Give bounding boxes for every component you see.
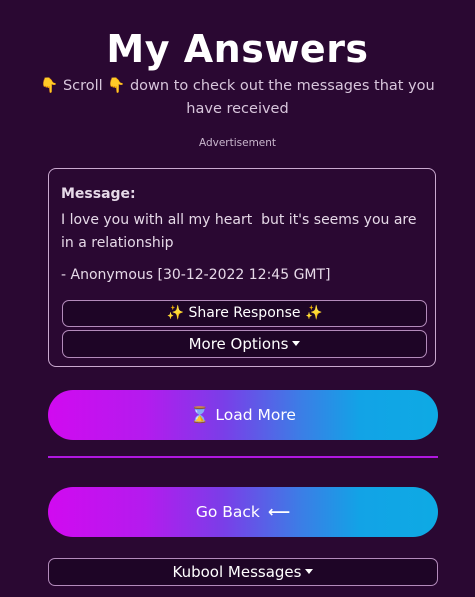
- caret-down-icon: [305, 569, 314, 574]
- more-options-label: More Options: [188, 335, 289, 353]
- kubool-messages-button[interactable]: Kubool Messages: [48, 558, 438, 586]
- arrow-left-icon: ⟵: [267, 503, 291, 521]
- share-response-button[interactable]: ✨ Share Response ✨: [62, 300, 427, 327]
- load-more-button[interactable]: ⌛ Load More: [48, 390, 438, 440]
- message-body: I love you with all my heart but it's se…: [61, 212, 421, 251]
- share-response-label: ✨ Share Response ✨: [166, 305, 323, 321]
- message-heading: Message:: [61, 186, 136, 202]
- message-card: Message: I love you with all my heart bu…: [48, 168, 436, 367]
- divider: [48, 456, 438, 458]
- caret-down-icon: [292, 341, 301, 346]
- page: My Answers 👇 Scroll 👇 down to check out …: [0, 0, 475, 597]
- kubool-messages-label: Kubool Messages: [172, 563, 302, 581]
- page-title: My Answers: [106, 27, 369, 71]
- message-author: - Anonymous [30-12-2022 12:45 GMT]: [61, 267, 331, 283]
- more-options-button[interactable]: More Options: [62, 330, 427, 358]
- go-back-button[interactable]: Go Back ⟵: [48, 487, 438, 537]
- hourglass-icon: ⌛: [190, 406, 210, 424]
- load-more-label: Load More: [215, 406, 296, 424]
- page-subtitle: 👇 Scroll 👇 down to check out the message…: [40, 78, 435, 117]
- advertisement-label: Advertisement: [198, 137, 277, 149]
- go-back-label: Go Back: [195, 503, 260, 521]
